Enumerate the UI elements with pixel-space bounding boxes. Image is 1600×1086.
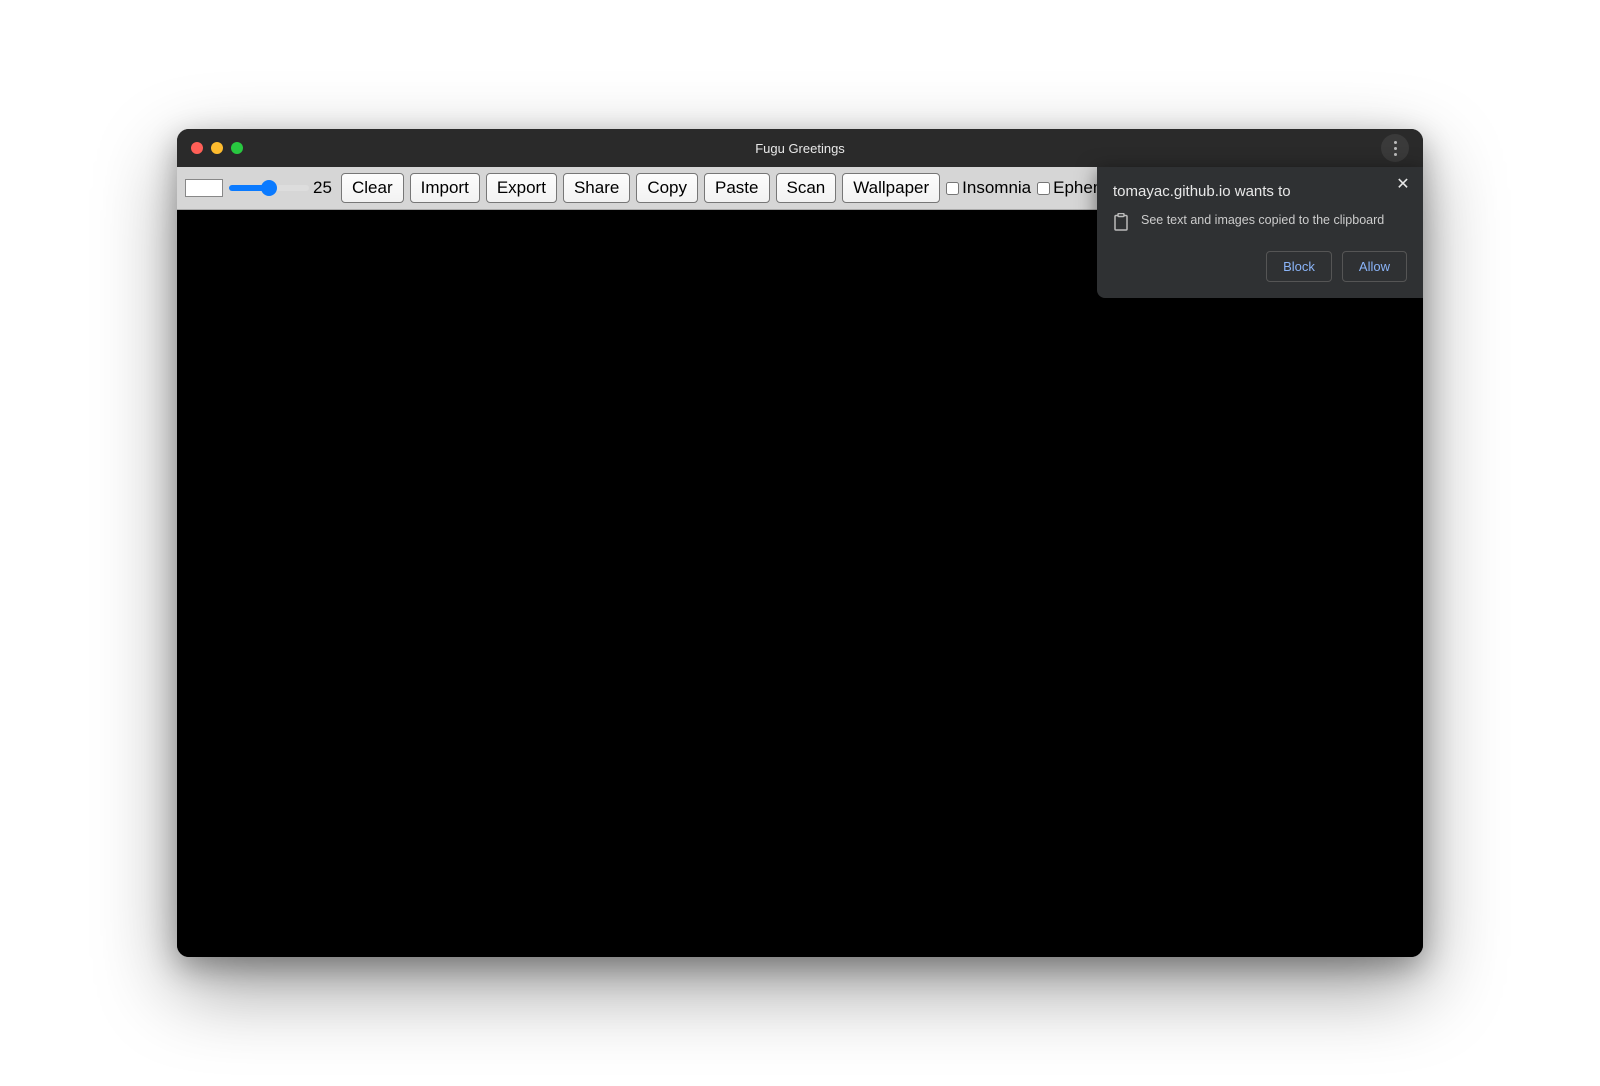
app-window: Fugu Greetings 25 Clear Import Export Sh… bbox=[177, 129, 1423, 957]
window-close-button[interactable] bbox=[191, 142, 203, 154]
permission-prompt: ✕ tomayac.github.io wants to See text an… bbox=[1097, 167, 1423, 298]
insomnia-checkbox[interactable] bbox=[946, 182, 959, 195]
paste-button[interactable]: Paste bbox=[704, 173, 769, 203]
permission-actions: Block Allow bbox=[1113, 251, 1407, 282]
titlebar: Fugu Greetings bbox=[177, 129, 1423, 167]
clipboard-icon bbox=[1113, 213, 1129, 231]
permission-description: See text and images copied to the clipbo… bbox=[1141, 212, 1384, 230]
traffic-lights bbox=[191, 142, 243, 154]
window-maximize-button[interactable] bbox=[231, 142, 243, 154]
allow-button[interactable]: Allow bbox=[1342, 251, 1407, 282]
window-title: Fugu Greetings bbox=[755, 141, 845, 156]
wallpaper-button[interactable]: Wallpaper bbox=[842, 173, 940, 203]
brush-size-value: 25 bbox=[313, 178, 335, 198]
share-button[interactable]: Share bbox=[563, 173, 630, 203]
insomnia-toggle[interactable]: Insomnia bbox=[946, 178, 1031, 198]
clear-button[interactable]: Clear bbox=[341, 173, 404, 203]
import-button[interactable]: Import bbox=[410, 173, 480, 203]
permission-body: See text and images copied to the clipbo… bbox=[1113, 212, 1407, 231]
window-minimize-button[interactable] bbox=[211, 142, 223, 154]
permission-origin: tomayac.github.io wants to bbox=[1113, 183, 1407, 200]
export-button[interactable]: Export bbox=[486, 173, 557, 203]
dialog-close-button[interactable]: ✕ bbox=[1395, 177, 1411, 193]
ephemeral-checkbox[interactable] bbox=[1037, 182, 1050, 195]
brush-size-slider[interactable] bbox=[229, 185, 309, 191]
app-menu-button[interactable] bbox=[1381, 134, 1409, 162]
copy-button[interactable]: Copy bbox=[636, 173, 698, 203]
insomnia-label: Insomnia bbox=[962, 178, 1031, 198]
brush-size-control: 25 bbox=[229, 178, 335, 198]
color-picker[interactable] bbox=[185, 179, 223, 197]
drawing-canvas[interactable] bbox=[177, 210, 1423, 957]
block-button[interactable]: Block bbox=[1266, 251, 1332, 282]
kebab-menu-icon bbox=[1394, 141, 1397, 156]
close-icon: ✕ bbox=[1396, 177, 1409, 193]
scan-button[interactable]: Scan bbox=[776, 173, 837, 203]
